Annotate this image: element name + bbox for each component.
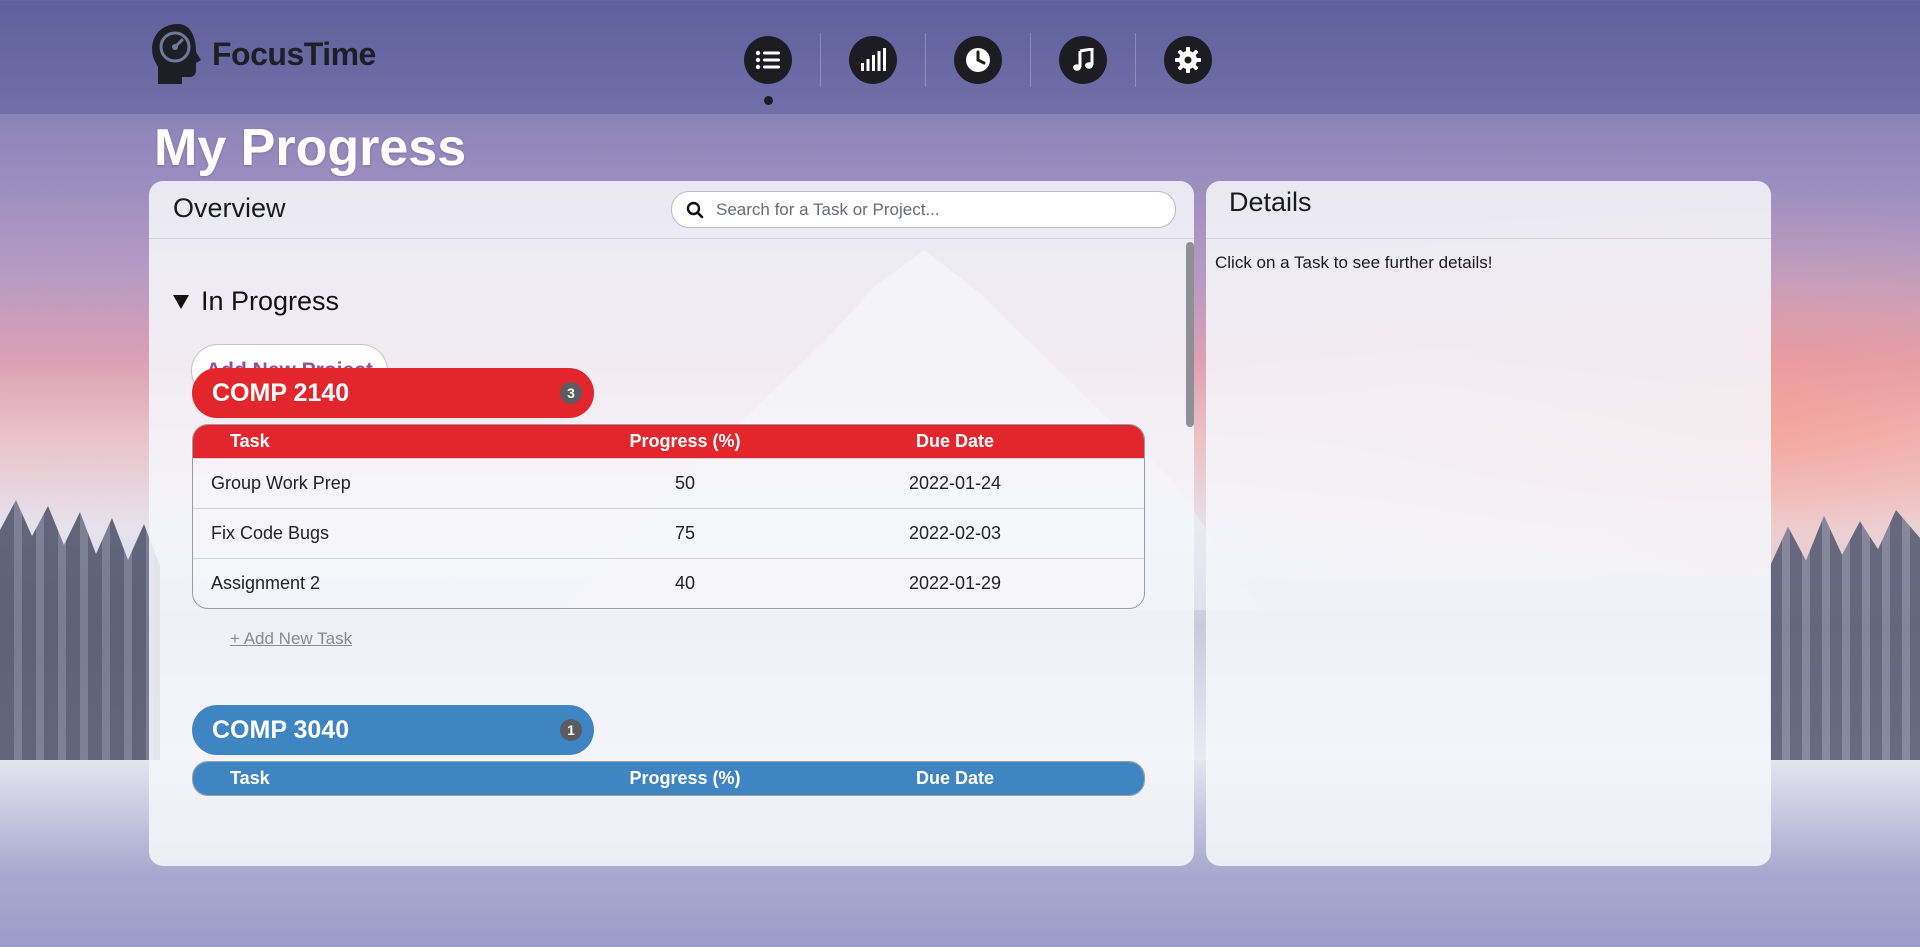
scrollbar[interactable] [1184, 240, 1194, 866]
main-nav [744, 33, 1212, 105]
music-note-icon [1073, 48, 1094, 71]
active-indicator [764, 96, 773, 105]
nav-separator [1030, 33, 1031, 87]
column-header-task: Task [230, 768, 270, 788]
project-name: COMP 3040 [212, 715, 350, 744]
task-table-header: Task Progress (%) Due Date [193, 425, 1144, 458]
nav-timer-button[interactable] [954, 36, 1002, 84]
page-title: My Progress [154, 119, 467, 177]
task-table: Task Progress (%) Due Date Group Work Pr… [192, 424, 1145, 609]
task-progress: 40 [674, 573, 696, 593]
nav-separator [1135, 33, 1136, 87]
scrollbar-thumb[interactable] [1186, 242, 1194, 427]
task-name: Group Work Prep [211, 473, 351, 493]
nav-tasks-button[interactable] [744, 36, 792, 105]
section-title: In Progress [201, 286, 340, 316]
section-in-progress-toggle[interactable]: In Progress [173, 286, 339, 317]
task-row[interactable]: Fix Code Bugs 75 2022-02-03 [193, 508, 1144, 558]
nav-settings-button[interactable] [1164, 36, 1212, 84]
project-card: COMP 3040 1 Task Progress (%) Due Date [192, 705, 1145, 796]
details-hint: Click on a Task to see further details! [1215, 253, 1493, 272]
task-row[interactable]: Group Work Prep 50 2022-01-24 [193, 458, 1144, 508]
task-count-badge: 1 [560, 719, 582, 741]
search-input[interactable] [716, 199, 1156, 220]
task-progress: 75 [674, 523, 696, 543]
clock-icon [966, 48, 990, 72]
task-due-date: 2022-02-03 [908, 523, 1002, 543]
app-name: FocusTime [212, 35, 376, 72]
top-bar: FocusTime [0, 0, 1920, 114]
task-row[interactable]: Assignment 2 40 2022-01-29 [193, 558, 1144, 608]
overview-title: Overview [173, 193, 286, 223]
column-header-task: Task [230, 431, 270, 451]
task-progress: 50 [674, 473, 696, 493]
overview-panel: Overview In Progress Add New Project COM… [149, 181, 1194, 866]
task-count-badge: 3 [560, 382, 582, 404]
project-card: COMP 2140 3 Task Progress (%) Due Date G… [192, 368, 1145, 649]
overview-header: Overview [149, 181, 1194, 239]
nav-music-button[interactable] [1059, 36, 1107, 84]
task-name: Fix Code Bugs [211, 523, 330, 543]
project-name: COMP 2140 [212, 378, 350, 407]
project-header[interactable]: COMP 2140 3 [192, 368, 594, 418]
collapse-triangle-icon [173, 294, 189, 309]
details-panel: Details Click on a Task to see further d… [1206, 181, 1771, 866]
nav-separator [925, 33, 926, 87]
background-forest-left [0, 500, 160, 800]
column-header-due-date: Due Date [915, 431, 995, 451]
background-forest-right [1770, 510, 1920, 790]
task-table: Task Progress (%) Due Date [192, 761, 1145, 796]
nav-separator [820, 33, 821, 87]
search-icon [686, 201, 704, 218]
project-header[interactable]: COMP 3040 1 [192, 705, 594, 755]
search-box[interactable] [671, 191, 1176, 228]
column-header-progress: Progress (%) [629, 768, 741, 788]
column-header-due-date: Due Date [915, 768, 995, 788]
details-title: Details [1229, 187, 1312, 217]
details-header: Details [1206, 181, 1771, 239]
list-icon [755, 50, 780, 70]
task-due-date: 2022-01-24 [908, 473, 1002, 493]
app-logo[interactable]: FocusTime [148, 22, 376, 86]
gear-icon [1175, 47, 1201, 73]
nav-stats-button[interactable] [849, 36, 897, 84]
add-new-task-link[interactable]: + Add New Task [230, 629, 352, 649]
column-header-progress: Progress (%) [629, 431, 741, 451]
task-table-header: Task Progress (%) Due Date [193, 762, 1144, 795]
head-gauge-icon [148, 22, 204, 86]
task-name: Assignment 2 [211, 573, 321, 593]
overview-scroll-area[interactable]: In Progress Add New Project COMP 2140 3 … [149, 240, 1194, 866]
task-due-date: 2022-01-29 [908, 573, 1002, 593]
bar-chart-icon [861, 48, 886, 71]
